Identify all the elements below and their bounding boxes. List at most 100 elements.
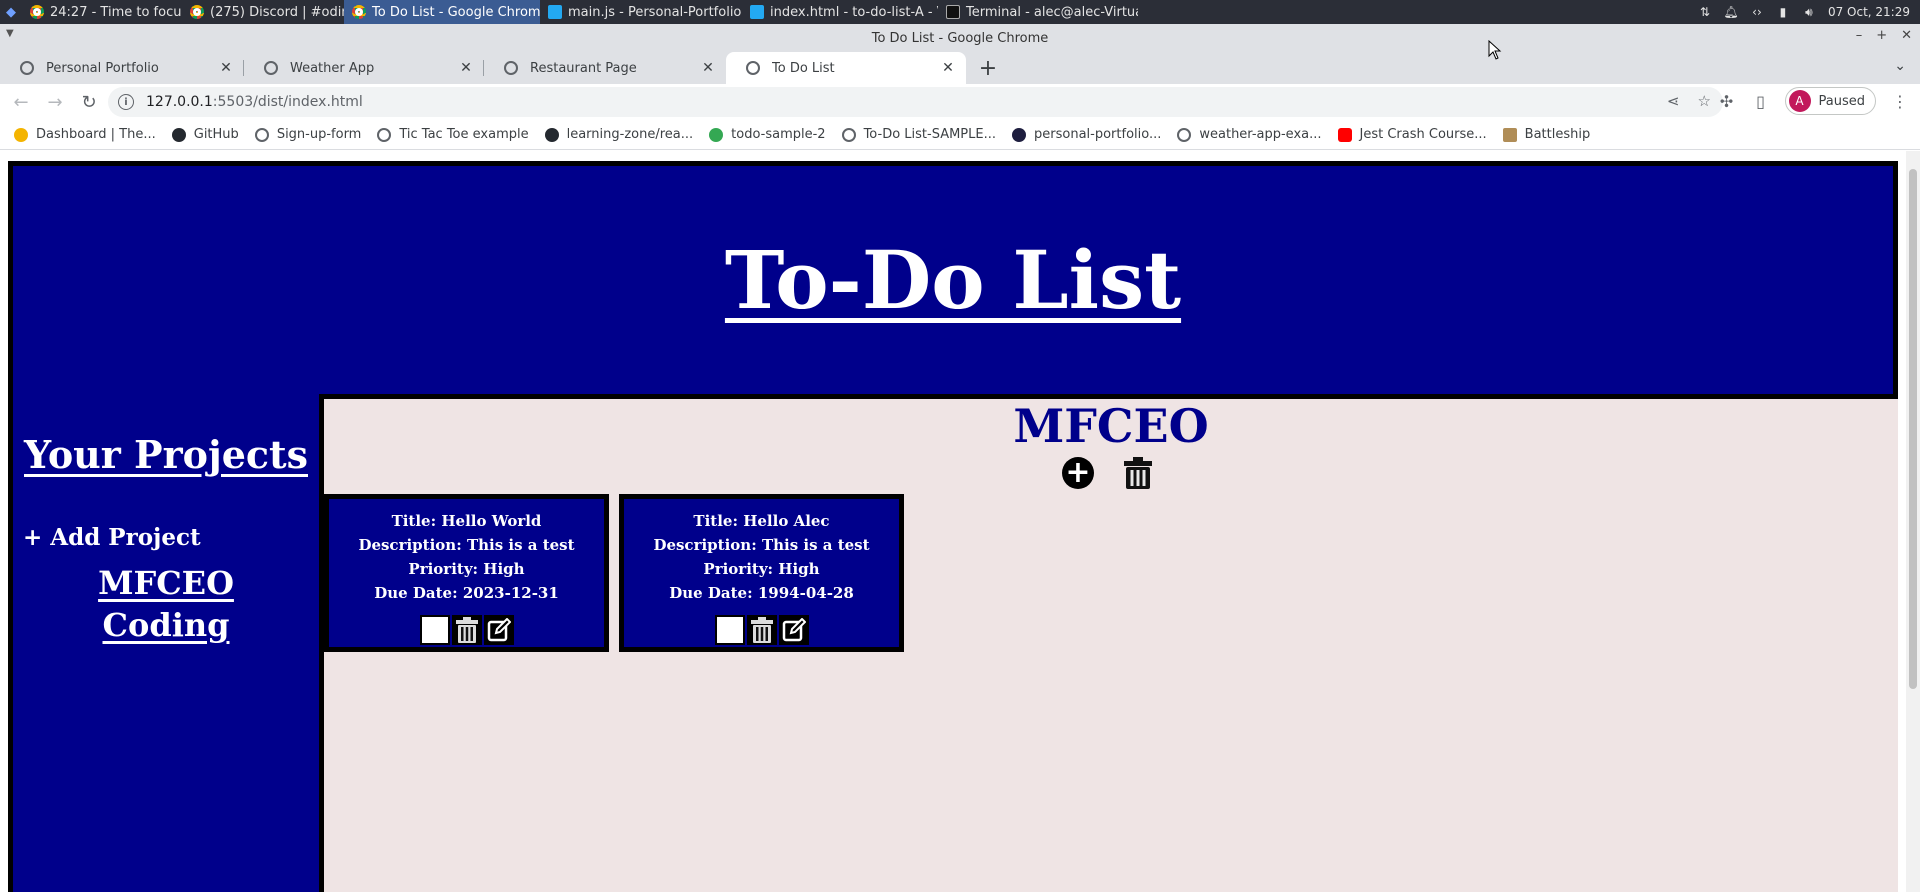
edit-todo-icon[interactable]: [778, 615, 809, 645]
share-icon[interactable]: ⋖: [1667, 92, 1680, 110]
github-icon: [544, 127, 559, 142]
url-host: 127.0.0.1: [146, 94, 213, 110]
terminal-icon: [946, 5, 960, 19]
bookmark-item[interactable]: GitHub: [171, 127, 239, 142]
tab-to-do-list[interactable]: To Do List ✕: [726, 52, 966, 84]
close-tab-icon[interactable]: ✕: [218, 60, 234, 76]
github-icon: [171, 127, 186, 142]
bookmarks-bar: Dashboard | The... GitHub Sign-up-form T…: [0, 120, 1920, 150]
close-window-icon[interactable]: ✕: [1901, 28, 1912, 43]
todo-due-date: Due Date: 1994-04-28: [669, 584, 854, 602]
vscode-icon: [750, 5, 764, 19]
check-circle-icon: [709, 127, 724, 142]
globe-icon: [254, 127, 269, 142]
close-tab-icon[interactable]: ✕: [700, 60, 716, 76]
volume-icon[interactable]: 🔊︎: [1802, 5, 1816, 19]
globe-icon: [504, 61, 518, 75]
page-title: To-Do List: [724, 233, 1182, 327]
todo-card: Title: Hello Alec Description: This is a…: [619, 494, 904, 652]
forward-button[interactable]: →: [40, 87, 70, 117]
edit-todo-icon[interactable]: [483, 615, 514, 645]
extensions-icon[interactable]: ✣: [1717, 92, 1737, 111]
tab-strip: Personal Portfolio ✕ Weather App ✕ Resta…: [0, 52, 1920, 84]
bookmark-item[interactable]: weather-app-exa...: [1177, 127, 1322, 142]
notification-bell-icon[interactable]: 🔔︎: [1723, 5, 1738, 19]
delete-todo-icon[interactable]: [451, 615, 482, 645]
todo-description: Description: This is a test: [358, 536, 575, 554]
profile-button[interactable]: A Paused: [1784, 87, 1876, 115]
bookmark-item[interactable]: Dashboard | The...: [14, 127, 156, 142]
bookmark-item[interactable]: Jest Crash Course...: [1337, 127, 1487, 142]
network-transfer-icon[interactable]: ⇅: [1698, 5, 1712, 19]
bookmark-item[interactable]: learning-zone/rea...: [544, 127, 693, 142]
todo-card-list: Title: Hello World Description: This is …: [324, 494, 904, 652]
bookmark-item[interactable]: personal-portfolio...: [1012, 127, 1161, 142]
app-header: To-Do List: [8, 161, 1898, 399]
astro-icon: [1012, 127, 1027, 142]
add-todo-icon[interactable]: +: [1062, 457, 1094, 489]
os-taskbar: ◆ 24:27 - Time to focus! - Goo... (275) …: [0, 0, 1920, 24]
tab-search-icon[interactable]: ⌄: [1894, 58, 1906, 74]
todo-complete-checkbox[interactable]: [714, 615, 745, 645]
minimize-icon[interactable]: –: [1856, 28, 1863, 43]
maximize-icon[interactable]: +: [1876, 28, 1887, 43]
todo-title: Title: Hello Alec: [693, 512, 830, 530]
scrollbar-thumb[interactable]: [1909, 169, 1917, 689]
side-panel-icon[interactable]: ▯: [1751, 92, 1771, 111]
sidebar-title: Your Projects: [24, 432, 308, 477]
bookmark-item[interactable]: Tic Tac Toe example: [377, 127, 529, 142]
project-actions: +: [1062, 457, 1152, 489]
close-tab-icon[interactable]: ✕: [940, 60, 956, 76]
vscode-icon: [548, 5, 562, 19]
project-item-coding[interactable]: Coding: [103, 606, 230, 644]
battery-icon[interactable]: ▮: [1776, 5, 1790, 19]
tab-weather-app[interactable]: Weather App ✕: [244, 52, 484, 84]
bookmark-item[interactable]: To-Do List-SAMPLE...: [841, 127, 996, 142]
taskbar-task[interactable]: (275) Discord | #odin-offtop...: [182, 0, 344, 24]
close-tab-icon[interactable]: ✕: [458, 60, 474, 76]
more-menu-icon[interactable]: ⋮: [1890, 92, 1910, 111]
new-tab-button[interactable]: +: [976, 56, 1000, 81]
todo-title: Title: Hello World: [391, 512, 542, 530]
project-title: MFCEO: [1013, 399, 1209, 453]
address-bar[interactable]: i 127.0.0.1:5503/dist/index.html ⋖ ☆: [108, 87, 1723, 117]
window-menu-icon[interactable]: ▼: [6, 28, 14, 39]
bookmark-item[interactable]: Battleship: [1502, 127, 1590, 142]
os-menu-icon[interactable]: ◆: [0, 0, 22, 24]
todo-complete-checkbox[interactable]: [419, 615, 450, 645]
network-icon[interactable]: ‹›: [1750, 5, 1764, 19]
browser-toolbar: ← → ↻ i 127.0.0.1:5503/dist/index.html ⋖…: [0, 84, 1920, 120]
project-list: MFCEO Coding: [13, 564, 319, 644]
clock[interactable]: 07 Oct, 21:29: [1828, 5, 1910, 19]
project-item-mfceo[interactable]: MFCEO: [98, 564, 234, 602]
window-title: To Do List - Google Chrome: [871, 30, 1049, 46]
taskbar-task-active[interactable]: To Do List - Google Chrome: [344, 0, 540, 24]
globe-icon: [1177, 127, 1192, 142]
add-project-button[interactable]: + Add Project: [23, 524, 201, 551]
delete-project-icon[interactable]: [1124, 457, 1152, 489]
bookmark-item[interactable]: Sign-up-form: [254, 127, 361, 142]
globe-icon: [377, 127, 392, 142]
profile-status: Paused: [1818, 93, 1865, 109]
todo-card: Title: Hello World Description: This is …: [324, 494, 609, 652]
projects-sidebar: Your Projects + Add Project MFCEO Coding: [8, 394, 324, 892]
site-info-icon[interactable]: i: [118, 94, 134, 110]
taskbar-task[interactable]: 24:27 - Time to focus! - Goo...: [22, 0, 182, 24]
reload-button[interactable]: ↻: [74, 87, 104, 117]
bookmark-star-icon[interactable]: ☆: [1698, 92, 1711, 110]
tab-restaurant-page[interactable]: Restaurant Page ✕: [484, 52, 726, 84]
taskbar-task[interactable]: Terminal - alec@alec-Virtual...: [938, 0, 1138, 24]
chrome-icon: [30, 5, 44, 19]
delete-todo-icon[interactable]: [746, 615, 777, 645]
taskbar-task[interactable]: main.js - Personal-Portfolio-...: [540, 0, 742, 24]
todo-priority: Priority: High: [703, 560, 820, 578]
back-button[interactable]: ←: [6, 87, 36, 117]
page-viewport: To-Do List Your Projects + Add Project M…: [0, 151, 1920, 892]
bookmark-favicon-icon: [14, 127, 28, 142]
bookmark-item[interactable]: todo-sample-2: [709, 127, 826, 142]
tab-personal-portfolio[interactable]: Personal Portfolio ✕: [0, 52, 244, 84]
chrome-icon: [190, 5, 204, 19]
page-scrollbar[interactable]: [1906, 151, 1920, 892]
taskbar-task[interactable]: index.html - to-do-list-A - Vis...: [742, 0, 938, 24]
system-tray: ⇅ 🔔︎ ‹› ▮ 🔊︎ 07 Oct, 21:29: [1698, 0, 1920, 24]
